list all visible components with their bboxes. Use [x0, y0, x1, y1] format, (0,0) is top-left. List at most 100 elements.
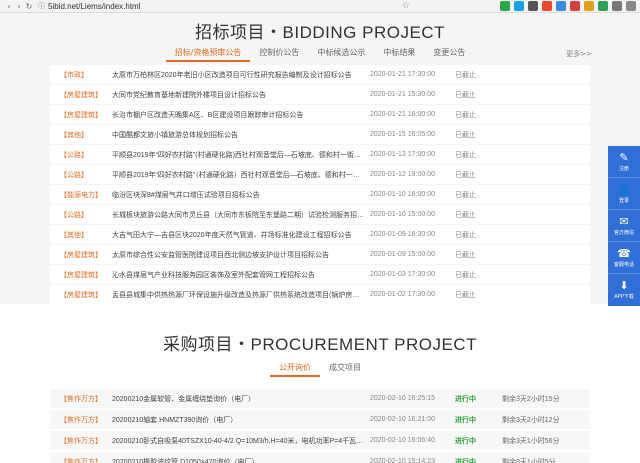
table-row[interactable]: 【房屋建筑】 沁水县煤层气产业科技服务园区装饰及室外配套管网工程招标公告 2020-… [50, 265, 590, 284]
category-label: 【房屋建筑】 [60, 271, 102, 279]
extension-icon[interactable] [542, 1, 552, 11]
extension-icon[interactable] [556, 1, 566, 11]
extension-icon[interactable] [514, 1, 524, 11]
status-badge: 已截止 [455, 291, 476, 299]
project-title-link[interactable]: 平顺县2019年“四好农村路”（村通硬化路）西社村观音堂后—石坡底、德和村一街… [102, 170, 370, 180]
extension-icon[interactable] [598, 1, 608, 11]
project-title-link[interactable]: 大同市党纪教育基地新建院外楼项目设计招标公告 [102, 90, 370, 100]
category-label: 【公路】 [60, 151, 88, 159]
sidebar-item-phone[interactable]: ☎ 客服电话 [608, 242, 640, 274]
status-badge: 已截止 [455, 111, 476, 119]
project-title-link[interactable]: 太原市综合性公安监管医院建设项目西北侧边坡支护设计项目招标公告 [102, 250, 370, 260]
deadline-date: 2020-01-15 16:05:00 [370, 131, 435, 138]
sidebar-item-login[interactable]: 👤 登录 [608, 178, 640, 210]
tab-bidding-notice[interactable]: 招标/资格预审公告 [165, 46, 251, 62]
user-register-icon: ✎ [619, 150, 629, 164]
browser-toolbar: ‹ › ↻ ⓘ 5ibid.net/Liems/index.html ☆ [0, 0, 640, 13]
project-title-link[interactable]: 沁水县煤层气产业科技服务园区装饰及室外配套管网工程招标公告 [102, 270, 370, 280]
status-badge: 已截止 [455, 251, 476, 259]
project-title-link[interactable]: 平顺县2019年“四好农村路”(村通硬化路)西社村观音堂后—石坡底、德和村一街道… [102, 150, 370, 160]
project-title-link[interactable]: 20200210金属软管、金属缠绕垫询价（电厂） [102, 394, 370, 404]
project-title-link[interactable]: 大吉气田大宁—吉县区块2020年度天然气管道、井场标准化建设工程招标公告 [102, 230, 370, 240]
status-badge: 已截止 [455, 171, 476, 179]
lock-icon: ⓘ [38, 2, 45, 10]
deadline-date: 2020-01-03 17:30:00 [370, 271, 435, 278]
bidding-section-title: 招标项目・BIDDING PROJECT [195, 23, 445, 42]
sidebar-item-wechat[interactable]: ✉ 官方微信 [608, 210, 640, 242]
project-title-link[interactable]: 长治市棚户区改造天晚集A区、B区建设项目跟踪审计招标公告 [102, 110, 370, 120]
procurement-section: 采购项目・PROCUREMENT PROJECT 公开询价 成交项目 【焦作万方… [0, 304, 640, 463]
deadline-date: 2020-01-10 16:00:00 [370, 191, 435, 198]
project-title-link[interactable]: 中国酷都文旅小镇旅游总体规划招标公告 [102, 130, 370, 140]
profile-avatar-icon[interactable] [626, 1, 636, 11]
procurement-list: 【焦作万方】 20200210金属软管、金属缠绕垫询价（电厂） 2020-02-10… [50, 389, 590, 463]
sidebar-item-user-register[interactable]: ✎ 注册 [608, 146, 640, 178]
procurement-section-title: 采购项目・PROCUREMENT PROJECT [163, 335, 477, 354]
table-row[interactable]: 【房屋建筑】 太原市综合性公安监管医院建设项目西北侧边坡支护设计项目招标公告 202… [50, 245, 590, 264]
table-row[interactable]: 【公路】 平顺县2019年“四好农村路”（村通硬化路）西社村观音堂后—石坡底、德和… [50, 165, 590, 184]
tab-open-inquiry[interactable]: 公开询价 [270, 361, 320, 377]
table-row[interactable]: 【焦作万方】 20200210卧式自吸泵40TSZX10-40-4/2 Q=10M… [50, 431, 590, 450]
remaining-time: 剩余3天1小时5分 [502, 458, 556, 463]
project-title-link[interactable]: 20200210轴套 HNMZT390询价（电厂） [102, 415, 370, 425]
project-title-link[interactable]: 盂县县城集中供热热源厂环保设施升级改造及热源厂供热系统改造项目(锅炉房改造… [102, 290, 370, 300]
remaining-time: 剩余3天1小时56分 [502, 437, 560, 445]
table-row[interactable]: 【房屋建筑】 盂县县城集中供热热源厂环保设施升级改造及热源厂供热系统改造项目(锅炉… [50, 285, 590, 304]
tab-bid-result[interactable]: 中标结果 [374, 46, 424, 62]
tab-change-notice[interactable]: 变更公告 [424, 46, 474, 62]
table-row[interactable]: 【焦作万方】 20200210橡胶波纹管 D1050×470询价（电厂） 2020-… [50, 452, 590, 463]
back-arrow-icon[interactable]: ‹ [4, 0, 14, 13]
extension-icon[interactable] [612, 1, 622, 11]
sidebar-item-label: 注册 [618, 165, 629, 172]
project-title-link[interactable]: 20200210卧式自吸泵40TSZX10-40-4/2 Q=10M3/h,H=… [102, 436, 370, 446]
table-row[interactable]: 【能源电力】 临汾区块深8#煤层气井口增压试验项目招标公告 2020-01-10 1… [50, 185, 590, 204]
sidebar-item-android[interactable]: ⬇ APP下载 [608, 274, 640, 306]
project-title-link[interactable]: 临汾区块深8#煤层气井口增压试验项目招标公告 [102, 190, 370, 200]
table-row[interactable]: 【其他】 大吉气田大宁—吉县区块2020年度天然气管道、井场标准化建设工程招标公告… [50, 225, 590, 244]
android-icon: ⬇ [619, 279, 629, 292]
table-row[interactable]: 【焦作万方】 20200210轴套 HNMZT390询价（电厂） 2020-02-1… [50, 410, 590, 429]
extension-icon[interactable] [584, 1, 594, 11]
address-bar-url[interactable]: 5ibid.net/Liems/index.html [48, 0, 141, 13]
project-title-link[interactable]: 20200210橡胶波纹管 D1050×470询价（电厂） [102, 457, 370, 463]
table-row[interactable]: 【公路】 长城板块旅游公路大同市灵丘县（大同市东板院至东堡路二期）试验检测服务招标… [50, 205, 590, 224]
category-label: 【房屋建筑】 [60, 291, 102, 299]
tab-candidate-publicity[interactable]: 中标候选公示 [308, 46, 374, 62]
login-icon: 👤 [617, 182, 631, 196]
publish-date: 2020-02-10 16:25:15 [370, 395, 435, 402]
bidding-more-link[interactable]: 更多>> [566, 49, 592, 59]
publish-date: 2020-02-10 15:14:23 [370, 458, 435, 463]
status-badge: 进行中 [455, 437, 476, 445]
category-label: 【焦作万方】 [60, 458, 102, 463]
extension-icon[interactable] [500, 1, 510, 11]
bidding-tabs: 招标/资格预审公告 控制价公告 中标候选公示 中标结果 变更公告 [0, 46, 640, 62]
project-title-link[interactable]: 太原市万柏林区2020年老旧小区改造项目可行性研究报告编制及设计招标公告 [102, 70, 370, 80]
status-badge: 进行中 [455, 395, 476, 403]
sidebar-item-label: 登录 [618, 197, 629, 204]
reload-icon[interactable]: ↻ [24, 0, 34, 13]
category-label: 【公路】 [60, 211, 88, 219]
sidebar-item-label: 客服电话 [613, 261, 634, 268]
category-label: 【其他】 [60, 231, 88, 239]
deadline-date: 2020-01-09 16:30:00 [370, 231, 435, 238]
deadline-date: 2020-01-10 15:00:00 [370, 211, 435, 218]
extension-icon[interactable] [570, 1, 580, 11]
table-row[interactable]: 【焦作万方】 20200210金属软管、金属缠绕垫询价（电厂） 2020-02-10… [50, 389, 590, 408]
table-row[interactable]: 【公路】 平顺县2019年“四好农村路”(村通硬化路)西社村观音堂后—石坡底、德和… [50, 145, 590, 164]
table-row[interactable]: 【市政】 太原市万柏林区2020年老旧小区改造项目可行性研究报告编制及设计招标公告… [50, 65, 590, 84]
table-row[interactable]: 【房屋建筑】 长治市棚户区改造天晚集A区、B区建设项目跟踪审计招标公告 2020-0… [50, 105, 590, 124]
project-title-link[interactable]: 长城板块旅游公路大同市灵丘县（大同市东板院至东堡路二期）试验检测服务招标… [102, 210, 370, 220]
forward-arrow-icon[interactable]: › [14, 0, 24, 13]
category-label: 【能源电力】 [60, 191, 102, 199]
extension-icon[interactable] [528, 1, 538, 11]
table-row[interactable]: 【房屋建筑】 大同市党纪教育基地新建院外楼项目设计招标公告 2020-01-21 1… [50, 85, 590, 104]
deadline-date: 2020-01-02 17:30:00 [370, 291, 435, 298]
tab-deal-projects[interactable]: 成交项目 [320, 361, 370, 377]
table-row[interactable]: 【其他】 中国酷都文旅小镇旅游总体规划招标公告 2020-01-15 16:05:0… [50, 125, 590, 144]
status-badge: 已截止 [455, 91, 476, 99]
status-badge: 进行中 [455, 458, 476, 463]
sidebar-item-label: APP下载 [614, 294, 634, 300]
tab-control-price[interactable]: 控制价公告 [250, 46, 308, 62]
wechat-icon: ✉ [619, 214, 629, 228]
bookmark-star-icon[interactable]: ☆ [402, 1, 410, 12]
